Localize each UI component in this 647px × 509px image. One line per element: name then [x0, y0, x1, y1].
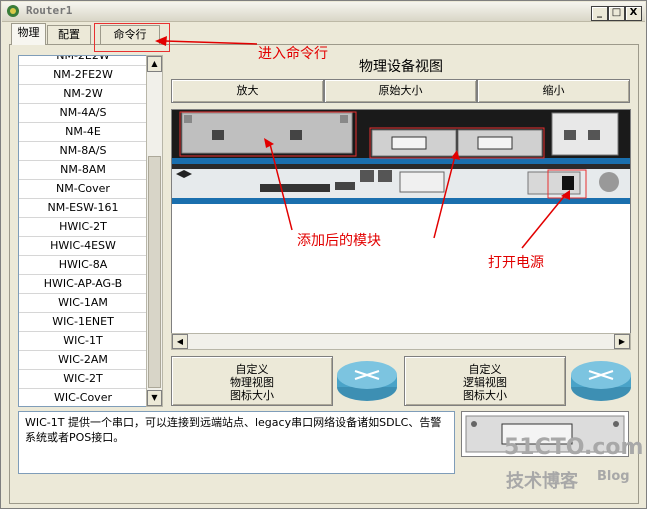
- list-item[interactable]: WIC-1AM: [19, 294, 147, 313]
- watermark-tagline: 技术博客: [506, 471, 578, 492]
- physical-device-view[interactable]: 添加后的模块 打开电源: [171, 109, 631, 336]
- view-title: 物理设备视图: [359, 59, 443, 75]
- list-item[interactable]: NM-2W: [19, 85, 147, 104]
- list-item[interactable]: HWIC-AP-AG-B: [19, 275, 147, 294]
- list-item[interactable]: NM-Cover: [19, 180, 147, 199]
- list-item[interactable]: NM-2FE2W: [19, 66, 147, 85]
- packet-tracer-icon: [7, 5, 19, 17]
- scroll-down-button[interactable]: ▼: [147, 390, 162, 406]
- title-bar[interactable]: Router1 _ □ X: [2, 2, 645, 22]
- router-chassis-image: [172, 110, 630, 335]
- minimize-button[interactable]: _: [591, 6, 608, 21]
- watermark-blog: Blog: [597, 469, 630, 484]
- list-item[interactable]: NM-2E2W: [19, 56, 147, 66]
- tab-config[interactable]: 配置: [47, 25, 91, 44]
- router-window: Router1 _ □ X 物理 配置 命令行 进入命令行 NM-2E2W NM…: [0, 0, 647, 509]
- router-logical-icon: [571, 361, 631, 401]
- list-item[interactable]: NM-8AM: [19, 161, 147, 180]
- power-switch[interactable]: [562, 174, 574, 188]
- power-annotation-text: 打开电源: [488, 255, 544, 271]
- scroll-up-button[interactable]: ▲: [147, 56, 162, 72]
- physical-btn-line2: 物理视图: [230, 376, 274, 389]
- module-list-scrollbar[interactable]: ▲ ▼: [146, 55, 163, 407]
- list-item[interactable]: NM-ESW-161: [19, 199, 147, 218]
- device-view-scrollbar[interactable]: ◀ ▶: [171, 333, 631, 350]
- list-item[interactable]: HWIC-8A: [19, 256, 147, 275]
- modules-annotation-text: 添加后的模块: [297, 233, 381, 249]
- scroll-thumb[interactable]: [148, 156, 161, 388]
- list-item[interactable]: NM-4E: [19, 123, 147, 142]
- logical-btn-line1: 自定义: [468, 363, 502, 376]
- maximize-button[interactable]: □: [608, 6, 625, 21]
- scroll-right-button[interactable]: ▶: [614, 334, 630, 349]
- tab-physical[interactable]: 物理: [11, 23, 46, 45]
- watermark-domain: 51CTO.com: [504, 435, 644, 460]
- original-size-button[interactable]: 原始大小: [324, 79, 477, 103]
- cli-annotation-arrow: [155, 36, 258, 46]
- list-item[interactable]: NM-8A/S: [19, 142, 147, 161]
- custom-logical-icon-size-button[interactable]: 自定义 逻辑视图 图标大小: [404, 356, 566, 406]
- list-item[interactable]: WIC-1T: [19, 332, 147, 351]
- zoom-in-button[interactable]: 放大: [171, 79, 324, 103]
- list-item[interactable]: NM-4A/S: [19, 104, 147, 123]
- custom-physical-icon-size-button[interactable]: 自定义 物理视图 图标大小: [171, 356, 333, 406]
- module-list[interactable]: NM-2E2W NM-2FE2W NM-2W NM-4A/S NM-4E NM-…: [18, 55, 148, 407]
- physical-btn-line1: 自定义: [235, 363, 269, 376]
- list-item[interactable]: WIC-1ENET: [19, 313, 147, 332]
- list-item[interactable]: WIC-2T: [19, 370, 147, 389]
- scroll-left-button[interactable]: ◀: [172, 334, 188, 349]
- list-item[interactable]: HWIC-4ESW: [19, 237, 147, 256]
- list-item[interactable]: WIC-2AM: [19, 351, 147, 370]
- window-title: Router1: [26, 4, 73, 17]
- logical-btn-line2: 逻辑视图: [463, 376, 507, 389]
- logical-btn-line3: 图标大小: [463, 389, 507, 402]
- close-button[interactable]: X: [625, 6, 642, 21]
- list-item[interactable]: HWIC-2T: [19, 218, 147, 237]
- router-physical-icon: [337, 361, 397, 401]
- list-item[interactable]: WIC-Cover: [19, 389, 147, 406]
- zoom-out-button[interactable]: 缩小: [477, 79, 630, 103]
- physical-btn-line3: 图标大小: [230, 389, 274, 402]
- module-description: WIC-1T 提供一个串口，可以连接到远端站点、legacy串口网络设备诸如SD…: [18, 411, 455, 474]
